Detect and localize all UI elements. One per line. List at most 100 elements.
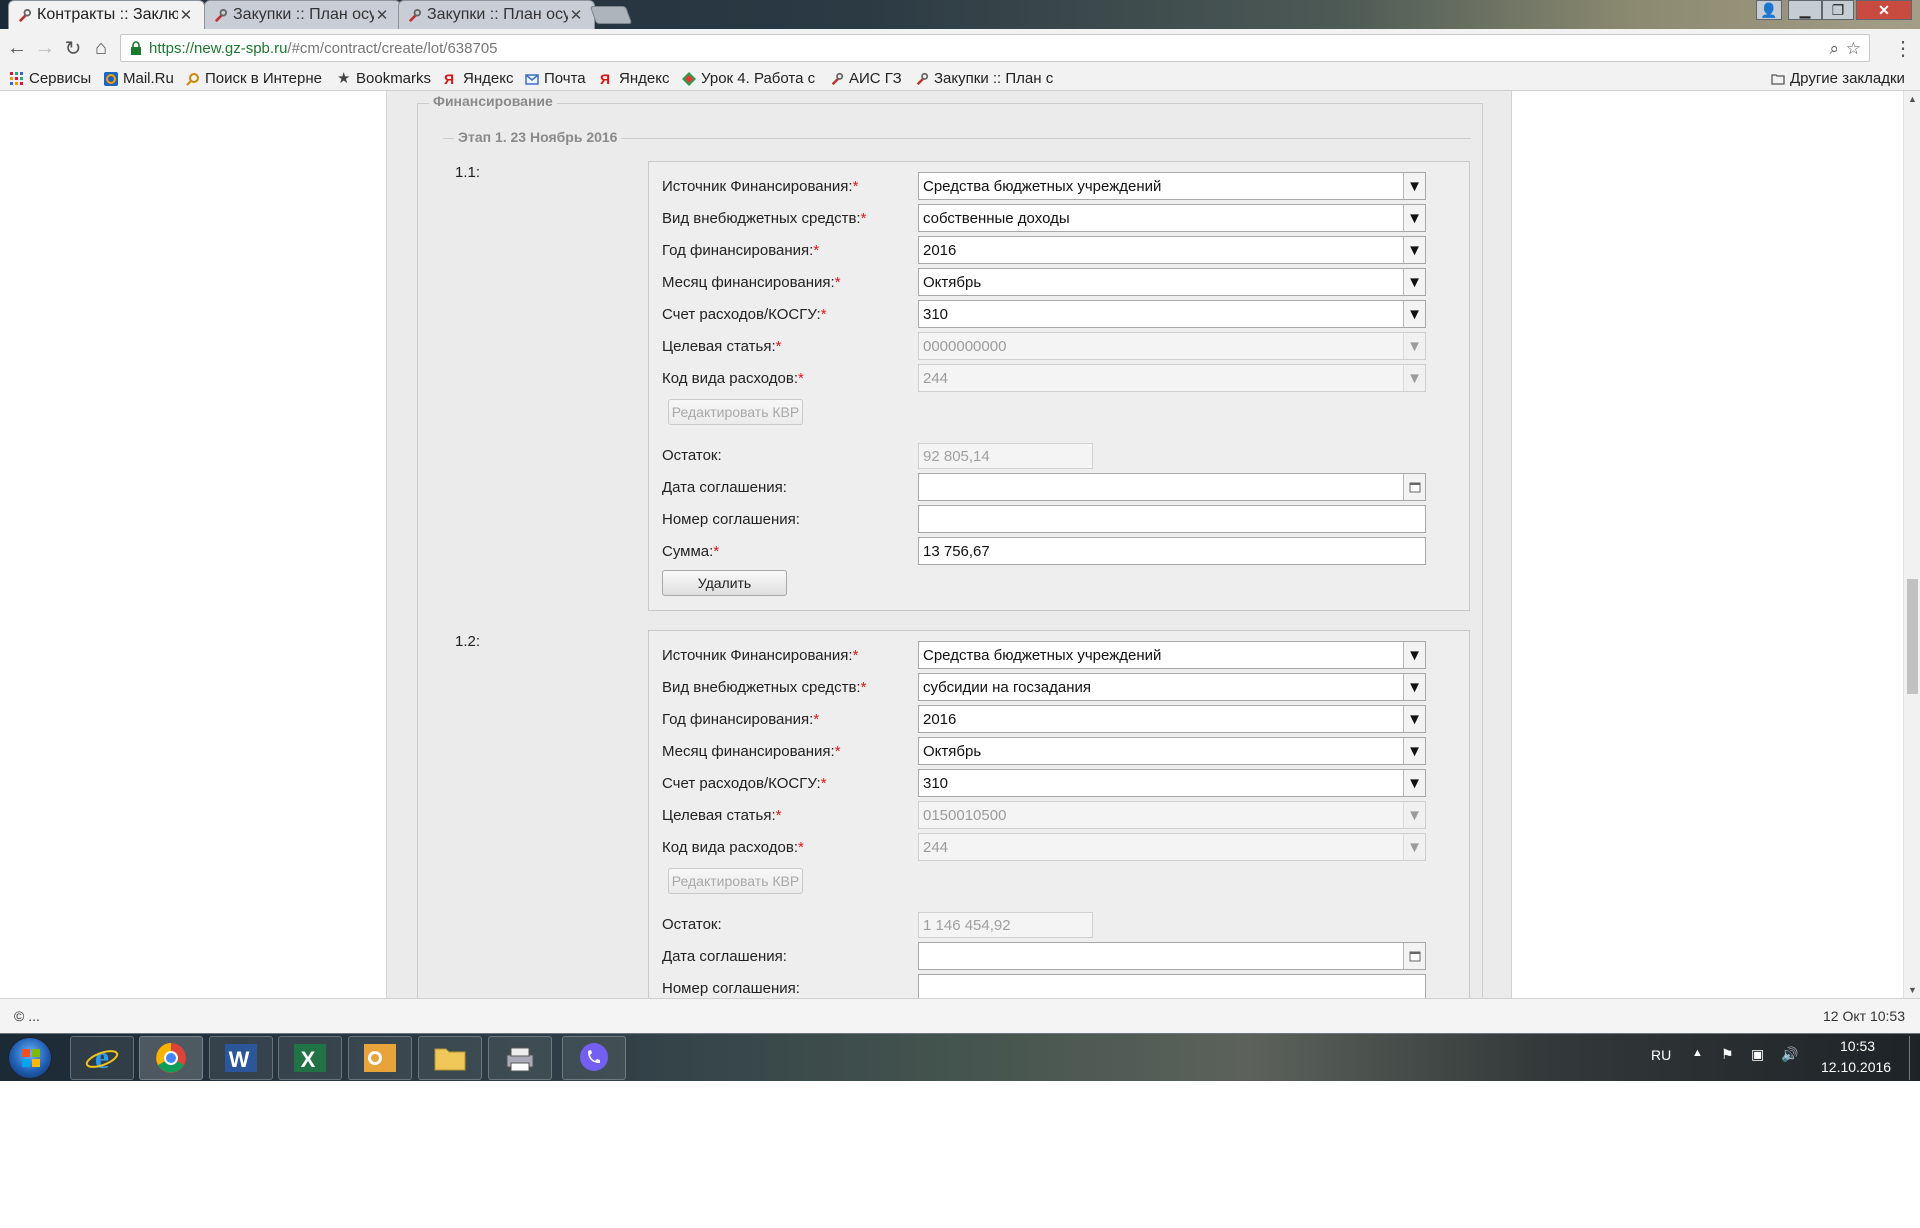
extra-type-select-1[interactable]: собственные доходы ▼	[918, 204, 1426, 232]
agreement-date-input-1[interactable]	[918, 473, 1426, 501]
agreement-number-input-2[interactable]	[918, 974, 1426, 998]
year-select-1[interactable]: 2016 ▼	[918, 236, 1426, 264]
other-bookmarks[interactable]: Другие закладки	[1771, 68, 1905, 89]
zoom-icon[interactable]: ⌕	[1829, 39, 1839, 59]
bookmark-label: Яндекс	[463, 70, 514, 87]
taskbar-viber[interactable]	[562, 1036, 626, 1080]
financing-legend: Финансирование	[429, 93, 557, 109]
agreement-date-input-2[interactable]	[918, 942, 1426, 970]
sum-input-1[interactable]: 13 756,67	[918, 537, 1426, 565]
page-viewport: Финансирование Этап 1. 23 Ноябрь 2016 1.…	[0, 91, 1903, 998]
expense-code-select-1[interactable]: 244 ▼	[918, 364, 1426, 392]
home-icon[interactable]: ⌂	[88, 35, 114, 61]
page-scrollbar[interactable]: ▲ ▼	[1903, 91, 1920, 998]
item-index-1-2: 1.2:	[455, 633, 481, 650]
expense-code-select-2[interactable]: 244 ▼	[918, 833, 1426, 861]
taskbar-printer[interactable]	[488, 1036, 552, 1080]
calendar-icon[interactable]	[1403, 943, 1425, 969]
month-select-2[interactable]: Октябрь ▼	[918, 737, 1426, 765]
source-select-1[interactable]: Средства бюджетных учреждений ▼	[918, 172, 1426, 200]
label-target-1: Целевая статья: *	[662, 337, 782, 355]
taskbar-internet-explorer[interactable]: e	[70, 1036, 134, 1080]
month-select-1[interactable]: Октябрь ▼	[918, 268, 1426, 296]
bookmark-bookmarks[interactable]: ★ Bookmarks	[337, 68, 431, 89]
maximize-button[interactable]: ❐	[1822, 0, 1854, 20]
target-select-1[interactable]: 0000000000 ▼	[918, 332, 1426, 360]
close-icon[interactable]: ✕	[374, 6, 390, 24]
language-indicator[interactable]: RU	[1651, 1047, 1671, 1063]
edit-kvr-button-1[interactable]: Редактировать КВР	[668, 399, 803, 425]
bookmark-yandex-2[interactable]: Я Яндекс	[600, 68, 669, 89]
calendar-icon[interactable]	[1403, 474, 1425, 500]
bookmark-search[interactable]: Поиск в Интерне	[186, 68, 322, 89]
label-remainder-2: Остаток:	[662, 915, 722, 933]
bookmark-label: Закупки :: План с	[934, 70, 1054, 87]
svg-text:W: W	[229, 1047, 250, 1072]
remainder-field-1: 92 805,14	[918, 443, 1093, 469]
minimize-button[interactable]: ▁	[1788, 0, 1822, 20]
bookmark-services[interactable]: Сервисы	[10, 68, 91, 89]
scroll-up-icon[interactable]: ▲	[1908, 94, 1917, 104]
bookmark-yandex-1[interactable]: Я Яндекс	[444, 68, 513, 89]
edit-kvr-button-2[interactable]: Редактировать КВР	[668, 868, 803, 894]
chevron-down-icon: ▼	[1403, 802, 1425, 828]
source-select-2[interactable]: Средства бюджетных учреждений ▼	[918, 641, 1426, 669]
chevron-down-icon: ▼	[1403, 333, 1425, 359]
account-select-1[interactable]: 310 ▼	[918, 300, 1426, 328]
bookmark-lesson[interactable]: Урок 4. Работа с	[682, 68, 815, 89]
menu-kebab-icon[interactable]: ⋮	[1890, 35, 1916, 61]
windows-start-button[interactable]	[8, 1037, 52, 1079]
star-icon[interactable]: ☆	[1846, 39, 1861, 59]
bookmark-ais-gz[interactable]: АИС ГЗ	[830, 68, 902, 89]
taskbar-word[interactable]: W	[209, 1036, 273, 1080]
lesson-icon	[682, 71, 696, 86]
tray-expand-icon[interactable]: ▲	[1692, 1047, 1703, 1059]
taskbar-chrome[interactable]	[139, 1036, 203, 1080]
network-icon[interactable]: ▣	[1751, 1046, 1764, 1063]
bookmark-mailru[interactable]: Mail.Ru	[104, 68, 174, 89]
close-icon[interactable]: ✕	[568, 6, 584, 24]
new-tab-button[interactable]	[589, 6, 633, 24]
account-select-2[interactable]: 310 ▼	[918, 769, 1426, 797]
back-arrow-icon[interactable]: ←	[4, 35, 30, 61]
user-icon[interactable]: 👤	[1756, 0, 1782, 20]
tab-purchases-2[interactable]: Закупки :: План осу ✕	[398, 0, 595, 29]
svg-text:X: X	[301, 1047, 316, 1072]
bookmark-purchases[interactable]: Закупки :: План с	[915, 68, 1053, 89]
taskbar-excel[interactable]: X	[278, 1036, 342, 1080]
year-select-2[interactable]: 2016 ▼	[918, 705, 1426, 733]
scroll-down-icon[interactable]: ▼	[1908, 985, 1917, 995]
bookmark-mail[interactable]: Почта	[525, 68, 586, 89]
close-window-button[interactable]: ✕	[1856, 0, 1912, 20]
taskbar-file-explorer[interactable]	[418, 1036, 482, 1080]
remainder-field-2: 1 146 454,92	[918, 912, 1093, 938]
target-select-2[interactable]: 0150010500 ▼	[918, 801, 1426, 829]
reload-icon[interactable]: ↻	[60, 35, 86, 61]
tab-contracts[interactable]: Контракты :: Заклю ✕	[8, 0, 205, 29]
scrollbar-thumb[interactable]	[1907, 579, 1918, 694]
chevron-down-icon: ▼	[1403, 365, 1425, 391]
delete-button-1[interactable]: Удалить	[662, 570, 787, 596]
blank-area	[0, 1081, 1920, 1228]
browser-toolbar: ← → ↻ ⌂ https://new.gz-spb.ru/#cm/contra…	[0, 29, 1920, 66]
taskbar-date[interactable]: 12.10.2016	[1821, 1059, 1891, 1075]
tools-icon	[831, 72, 844, 85]
taskbar-time[interactable]: 10:53	[1840, 1038, 1875, 1054]
chrome-icon	[156, 1043, 186, 1073]
volume-icon[interactable]: 🔊	[1781, 1046, 1798, 1063]
label-source-2: Источник Финансирования: *	[662, 646, 859, 664]
close-icon[interactable]: ✕	[178, 6, 194, 24]
taskbar-outlook[interactable]	[348, 1036, 412, 1080]
extra-type-select-2[interactable]: субсидии на госзадания ▼	[918, 673, 1426, 701]
address-bar[interactable]: https://new.gz-spb.ru/#cm/contract/creat…	[120, 34, 1870, 62]
action-center-flag-icon[interactable]: ⚑	[1721, 1046, 1734, 1063]
label-year-1: Год финансирования: *	[662, 241, 820, 259]
tab-purchases-1[interactable]: Закупки :: План осу ✕	[204, 0, 401, 29]
chevron-down-icon: ▼	[1403, 173, 1425, 199]
agreement-number-input-1[interactable]	[918, 505, 1426, 533]
show-desktop-button[interactable]	[1909, 1036, 1919, 1080]
tools-icon	[18, 8, 32, 23]
bookmark-label: Поиск в Интерне	[205, 70, 322, 87]
forward-arrow-icon[interactable]: →	[32, 35, 58, 61]
bookmark-label: Mail.Ru	[123, 70, 174, 87]
